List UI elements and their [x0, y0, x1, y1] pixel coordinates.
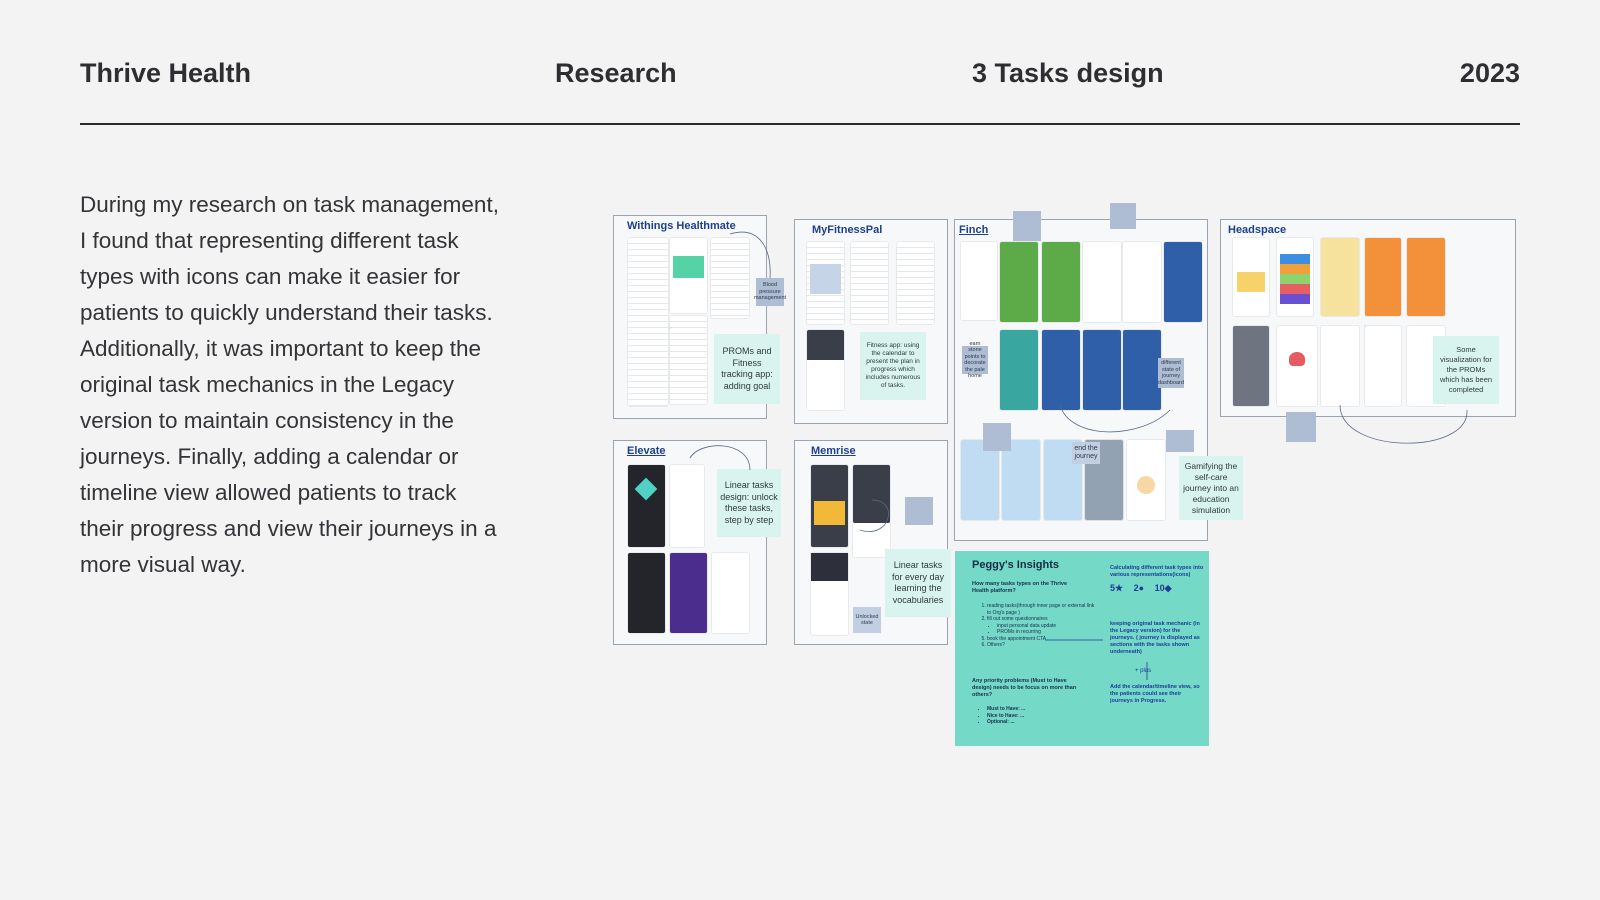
section-title: Research — [555, 58, 677, 88]
board-finch: Finch earn stone points to decorate the … — [954, 219, 1243, 541]
app-screenshot — [807, 330, 844, 410]
insights-question: Any priority problems (Must to Have desi… — [972, 678, 1077, 698]
insights-panel: Peggy's Insights How many tasks types on… — [955, 551, 1209, 746]
header-divider — [80, 123, 1520, 125]
app-screenshot — [1000, 330, 1038, 410]
sticky-tag — [905, 497, 933, 525]
sticky-tag: different state of journey dashboard — [1158, 358, 1184, 388]
insights-icon-counts: 5★ 2● 10◆ — [1110, 583, 1180, 594]
insights-title: Peggy's Insights — [972, 559, 1059, 571]
insights-point: Calculating different task types into va… — [1110, 565, 1204, 578]
app-screenshot — [853, 465, 890, 523]
project-title: Thrive Health — [80, 58, 252, 88]
insights-point: keeping original task mechanic (in the L… — [1110, 621, 1200, 655]
app-screenshot — [807, 242, 844, 324]
app-screenshot — [1365, 326, 1401, 406]
sticky-note: PROMs and Fitness tracking app: adding g… — [714, 334, 780, 404]
app-screenshot — [1127, 440, 1165, 520]
board-title: MyFitnessPal — [812, 224, 883, 236]
sticky-note: Some visualization for the PROMs which h… — [1433, 336, 1499, 404]
intro-paragraph: During my research on task management, I… — [80, 192, 499, 577]
sticky-note: Fitness app: using the calendar to prese… — [860, 332, 926, 400]
sticky-tag — [1286, 412, 1316, 442]
insights-task-list: reading tasks(through inner page or exte… — [977, 603, 1097, 649]
sticky-note: Linear tasks design: unlock these tasks,… — [717, 469, 781, 537]
app-screenshot — [811, 465, 848, 547]
app-screenshot — [1321, 326, 1359, 406]
app-screenshot — [1277, 238, 1313, 316]
app-screenshot — [1123, 330, 1161, 410]
insights-point: Add the calendar/timeline view, so the p… — [1110, 684, 1200, 704]
sticky-note: Gamifying the self-care journey into an … — [1179, 456, 1243, 520]
app-screenshot — [628, 238, 668, 406]
sticky-tag — [1110, 203, 1136, 229]
app-screenshot — [961, 242, 997, 320]
app-screenshot — [897, 242, 934, 324]
app-screenshot — [1407, 238, 1445, 316]
app-screenshot — [1000, 242, 1038, 322]
board-title: Elevate — [627, 445, 666, 457]
diamond-icon-count: 10◆ — [1154, 583, 1172, 593]
app-screenshot — [628, 465, 665, 547]
app-screenshot — [670, 553, 707, 633]
sticky-note: Linear tasks for every day learning the … — [885, 549, 951, 617]
sticky-tag: Unlocked state — [853, 607, 881, 633]
sticky-tag: end the journey — [1072, 442, 1100, 464]
star-icon-count: 5★ — [1110, 583, 1124, 593]
year-label: 2023 — [1459, 58, 1520, 88]
app-screenshot — [1042, 330, 1080, 410]
app-screenshot — [670, 316, 707, 404]
board-headspace: Headspace Some visualization for the PRO… — [1220, 219, 1516, 417]
board-title: Headspace — [1228, 224, 1287, 236]
board-title: Finch — [959, 224, 989, 236]
app-screenshot — [1233, 326, 1269, 406]
app-screenshot — [1233, 238, 1269, 316]
app-screenshot — [1002, 440, 1040, 520]
app-screenshot — [711, 238, 749, 318]
insights-plus-label: + plus — [1135, 668, 1152, 674]
topic-title: 3 Tasks design — [972, 58, 1164, 88]
circle-icon-count: 2● — [1133, 583, 1145, 593]
app-screenshot — [1123, 242, 1161, 322]
app-screenshot — [1365, 238, 1401, 316]
app-screenshot — [628, 553, 665, 633]
app-screenshot — [670, 238, 707, 313]
insights-list-item: Optional: ... — [987, 719, 1087, 726]
insights-list-item: Others? — [987, 642, 1097, 649]
app-screenshot — [712, 553, 749, 633]
app-screenshot — [1083, 330, 1121, 410]
app-screenshot — [1083, 242, 1121, 322]
app-screenshot — [811, 553, 848, 635]
sticky-tag: earn stone points to decorate the pale h… — [962, 341, 988, 379]
board-withings: Withings Healthmate Blood pressure manag… — [613, 215, 786, 419]
app-screenshot — [961, 440, 999, 520]
insights-priority-list: Must to Have: ... Nice to Have: ... Opti… — [977, 706, 1087, 726]
board-elevate: Elevate Linear tasks design: unlock thes… — [613, 440, 781, 645]
sticky-tag — [1166, 430, 1194, 452]
insights-question: How many tasks types on the Thrive Healt… — [972, 581, 1068, 594]
app-screenshot — [1164, 242, 1202, 322]
sticky-tag: Blood pressure management — [754, 278, 786, 306]
board-memrise: Memrise Unlocked state Linear tasks for … — [794, 440, 951, 645]
app-screenshot — [670, 465, 704, 547]
app-screenshot — [1042, 242, 1080, 322]
insights-list-item: reading tasks(through inner page or exte… — [987, 603, 1097, 616]
app-screenshot — [1321, 238, 1359, 316]
board-title: Withings Healthmate — [627, 220, 736, 232]
board-title: Memrise — [811, 445, 856, 457]
app-screenshot — [851, 242, 888, 324]
sticky-tag — [1013, 211, 1041, 241]
board-myfitnesspal: MyFitnessPal Fitness app: using the cale… — [794, 219, 948, 424]
app-screenshot — [1277, 326, 1317, 406]
sticky-tag — [983, 423, 1011, 451]
